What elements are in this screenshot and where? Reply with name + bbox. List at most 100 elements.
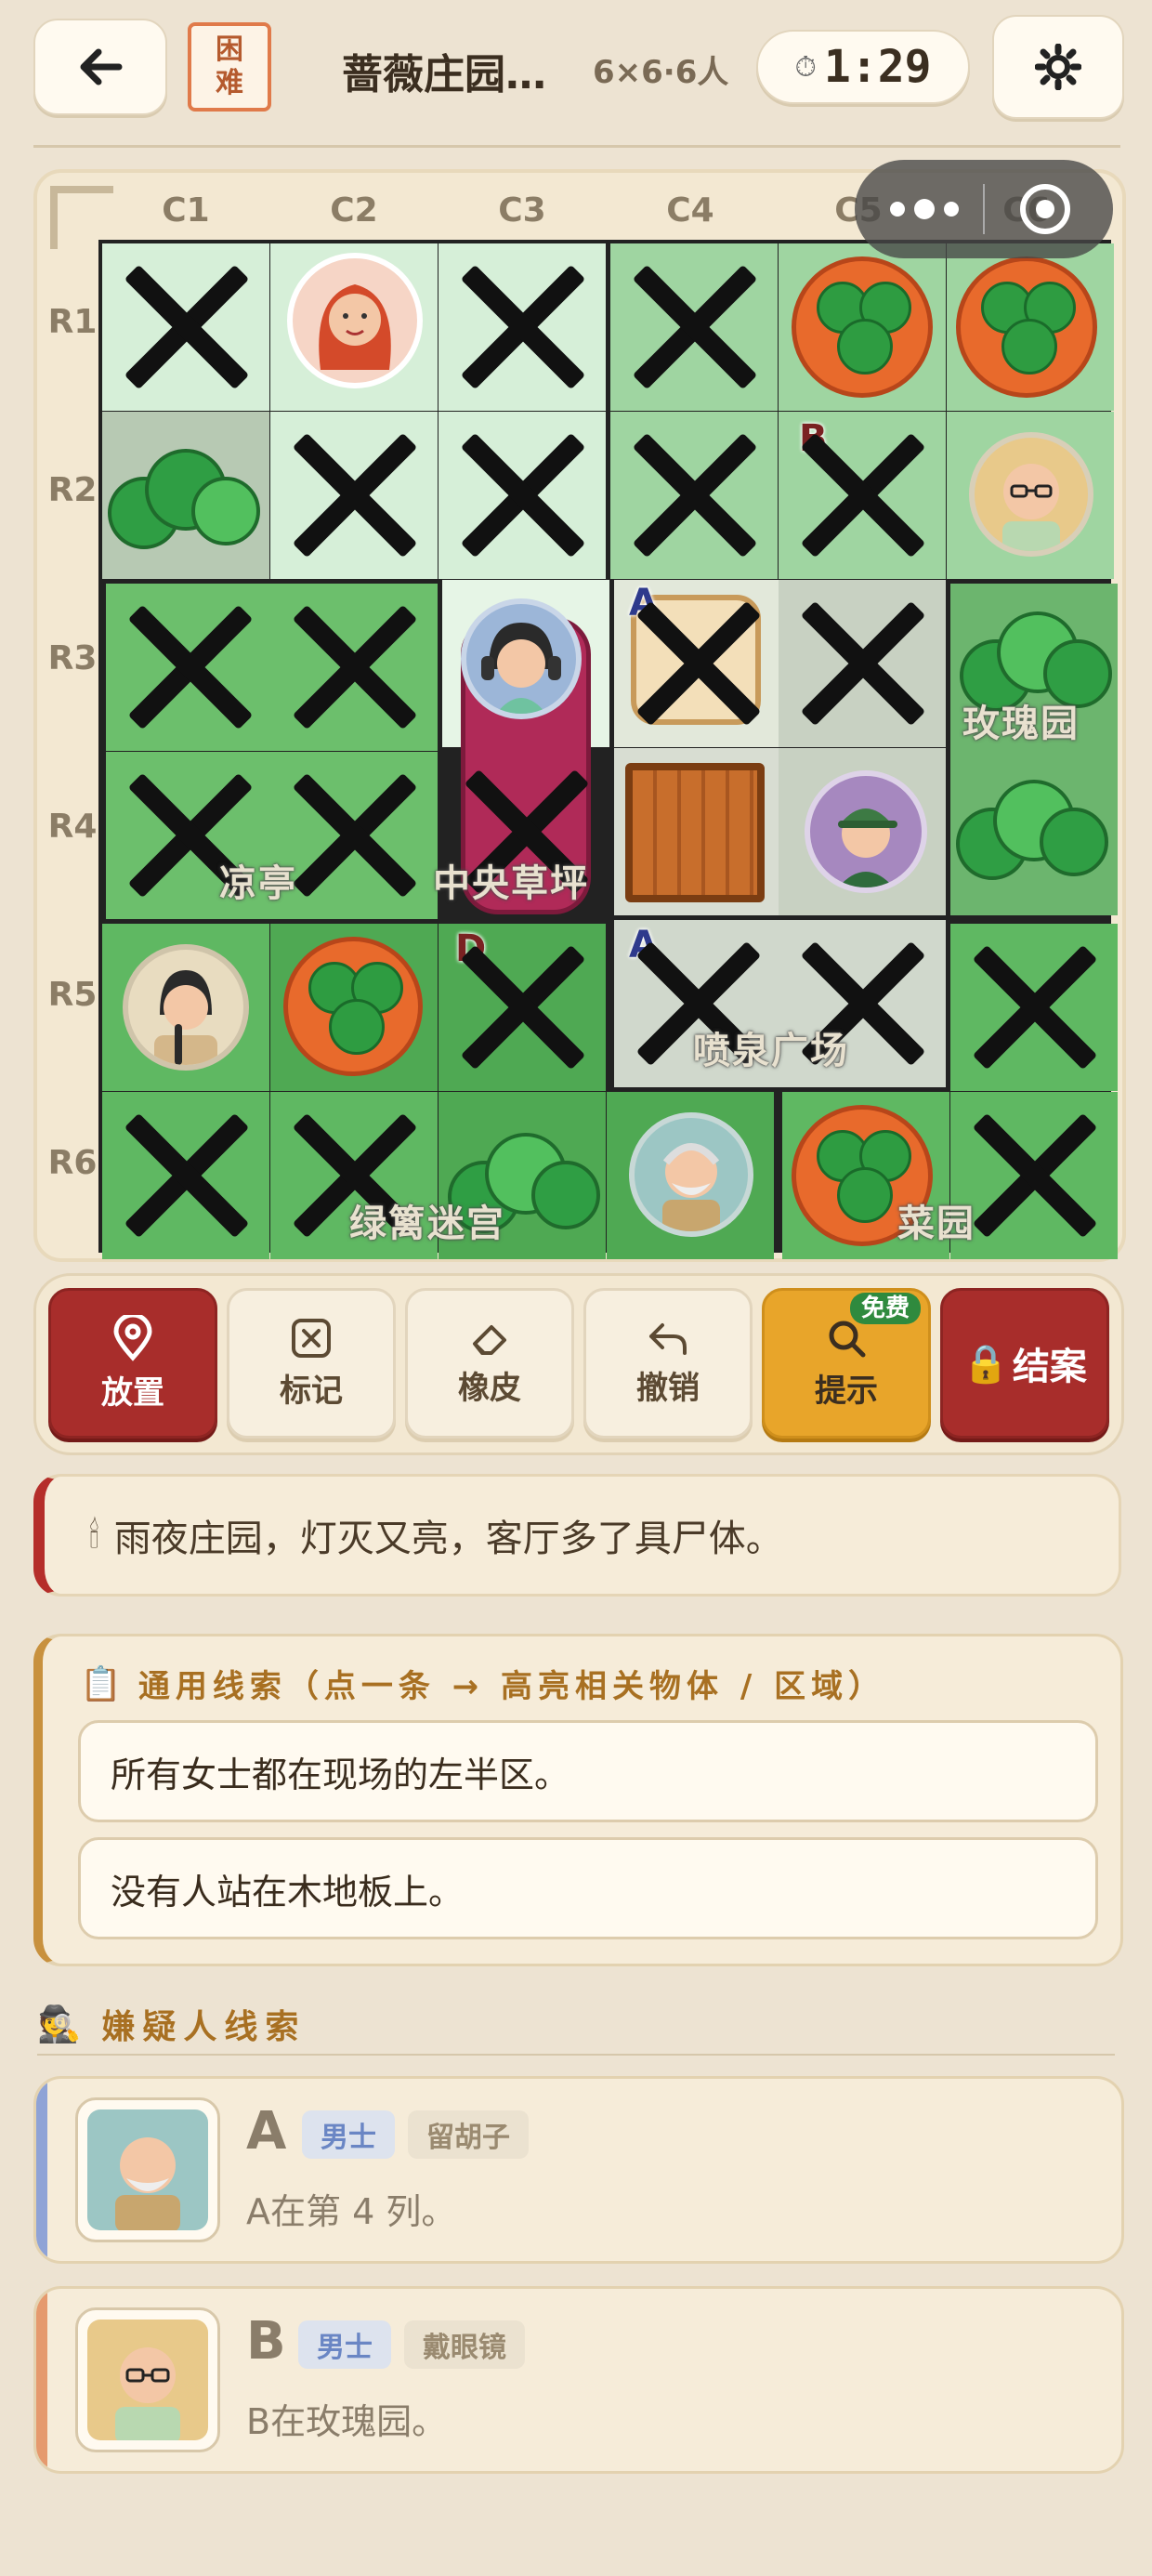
mark-button[interactable]: 标记 (227, 1288, 396, 1439)
grid-cell-r5c2[interactable] (270, 924, 438, 1091)
grid-cell-r1c6[interactable] (947, 243, 1114, 411)
suspect-card[interactable]: A 男士 留胡子 A在第 4 列。 (33, 2076, 1124, 2264)
suspect-woman-headphones (461, 598, 582, 719)
mark-label: 标记 (280, 1372, 343, 1410)
grid-cell-r4c5[interactable] (779, 748, 946, 915)
x-mark (629, 262, 759, 392)
grid-cell-r5c6[interactable] (950, 924, 1118, 1091)
x-mark (797, 598, 927, 729)
x-mark (289, 602, 419, 732)
free-badge: 免费 (849, 1293, 921, 1324)
undo-label: 撤销 (636, 1369, 700, 1407)
suspect-clues-header: 🕵 嫌疑人线索 (37, 2000, 306, 2048)
x-mark (289, 430, 419, 560)
suspect-clue-text: A在第 4 列。 (246, 2191, 457, 2232)
solve-label: 结案 (1012, 1346, 1087, 1388)
grid-cell-r4c6[interactable] (950, 748, 1118, 915)
grid-cell-r5c3[interactable]: D (439, 924, 606, 1091)
undo-button[interactable]: 撤销 (583, 1288, 753, 1439)
tag-trait: 留胡子 (408, 2110, 529, 2159)
grid-cell-r3c5[interactable] (779, 580, 946, 747)
grid-cell-r2c6[interactable] (947, 412, 1114, 579)
flower-pot-icon (792, 256, 933, 398)
grid-cell-r6c1[interactable] (102, 1092, 269, 1259)
place-button[interactable]: 放置 (48, 1288, 217, 1439)
suspect-bald-glasses-man (969, 432, 1093, 557)
x-mark (457, 430, 587, 560)
zone-label: 玫瑰园 (962, 703, 1080, 745)
eraser-label: 橡皮 (458, 1369, 521, 1407)
suspect-card[interactable]: B 男士 戴眼镜 B在玫瑰园。 (33, 2286, 1124, 2474)
grid-cell-r2c5[interactable]: B (779, 412, 946, 579)
wooden-crate-object (625, 763, 765, 902)
row-header: R6 (47, 1144, 98, 1182)
more-dots-icon[interactable] (883, 188, 966, 230)
timer: ⏱ 1:29 (756, 30, 970, 104)
capsule-divider (983, 184, 985, 234)
row-header: R5 (47, 976, 98, 1014)
flower-pot-icon (956, 256, 1097, 398)
general-clue-item[interactable]: 没有人站在木地板上。 (78, 1837, 1098, 1939)
stopwatch-icon: ⏱ (794, 50, 817, 84)
suspect-tags: 男士 戴眼镜 (298, 2320, 538, 2369)
target-close-icon[interactable] (1020, 184, 1070, 234)
game-board: C1 C2 C3 C4 C5 C6 R1 R2 R3 R4 R5 R6 (33, 160, 1126, 1262)
x-mark (629, 430, 759, 560)
difficulty-badge: 困难 (188, 22, 271, 112)
x-mark (457, 942, 587, 1072)
card-accent-bar (36, 2079, 47, 2261)
grid-cell-r2c2[interactable] (270, 412, 438, 579)
story-text: 雨夜庄园，灯灭又亮，客厅多了具尸体。 (113, 1518, 783, 1560)
suspect-divider (37, 2054, 1115, 2056)
bush-icon (956, 770, 1108, 882)
zone-label: 凉亭 (219, 862, 297, 905)
difficulty-label: 困难 (216, 33, 243, 99)
header-divider (33, 145, 1120, 148)
flower-pot-icon (283, 937, 423, 1076)
grid-cell-r6c4[interactable] (607, 1092, 774, 1259)
tool-row: 放置 标记 橡皮 撤销 免费 提示 🔒 结案 (48, 1288, 1109, 1439)
grid-cell-r5c1[interactable] (102, 924, 269, 1091)
grid-cell-r1c1[interactable] (102, 243, 269, 411)
row-header: R1 (47, 303, 98, 341)
back-button[interactable] (33, 19, 167, 115)
x-box-icon (292, 1318, 331, 1358)
grid-cell-r2c3[interactable] (439, 412, 606, 579)
zone-label: 菜园 (897, 1203, 975, 1245)
suspect-clues-title: 嫌疑人线索 (101, 2008, 307, 2046)
settings-button[interactable] (992, 15, 1124, 119)
hint-button[interactable]: 免费 提示 (762, 1288, 931, 1439)
suspect-portrait (75, 2097, 220, 2242)
suspect-letter: B (246, 2311, 286, 2372)
grid-cell-r3c2[interactable] (270, 584, 438, 751)
eraser-icon (473, 1324, 506, 1355)
undo-icon (649, 1322, 687, 1355)
row-header: R2 (47, 471, 98, 509)
column-header: C3 (498, 191, 546, 230)
place-label: 放置 (101, 1373, 164, 1412)
grid-cell-r3c1[interactable] (106, 584, 273, 751)
grid-cell-r1c2[interactable] (270, 243, 438, 411)
grid-cell-r1c4[interactable] (610, 243, 778, 411)
grid-cell-r1c5[interactable] (779, 243, 946, 411)
hint-label: 提示 (815, 1372, 878, 1410)
column-header: C2 (330, 191, 378, 230)
page-title: 蔷薇庄园… (342, 51, 546, 99)
solve-button[interactable]: 🔒 结案 (940, 1288, 1109, 1439)
suspect-old-man-beard (629, 1112, 753, 1237)
grid-cell-r3c3[interactable] (442, 580, 609, 914)
tag-gender: 男士 (298, 2320, 391, 2369)
grid-cell-r4c4[interactable] (614, 748, 781, 915)
grid-cell-r3c4[interactable]: A (614, 580, 781, 747)
detective-icon: 🕵 (37, 2003, 82, 2044)
general-clue-item[interactable]: 所有女士都在现场的左半区。 (78, 1720, 1098, 1822)
grid-size-info: 6×6·6人 (593, 54, 729, 91)
eraser-button[interactable]: 橡皮 (405, 1288, 574, 1439)
grid-cell-r2c1[interactable] (102, 412, 269, 579)
card-accent-bar (36, 2289, 47, 2471)
grid-cell-r2c4[interactable] (610, 412, 778, 579)
tag-gender: 男士 (302, 2110, 395, 2159)
suspect-woman-braid (123, 944, 249, 1071)
grid-cell-r1c3[interactable] (439, 243, 606, 411)
grid-cell-r6c6[interactable] (950, 1092, 1118, 1259)
